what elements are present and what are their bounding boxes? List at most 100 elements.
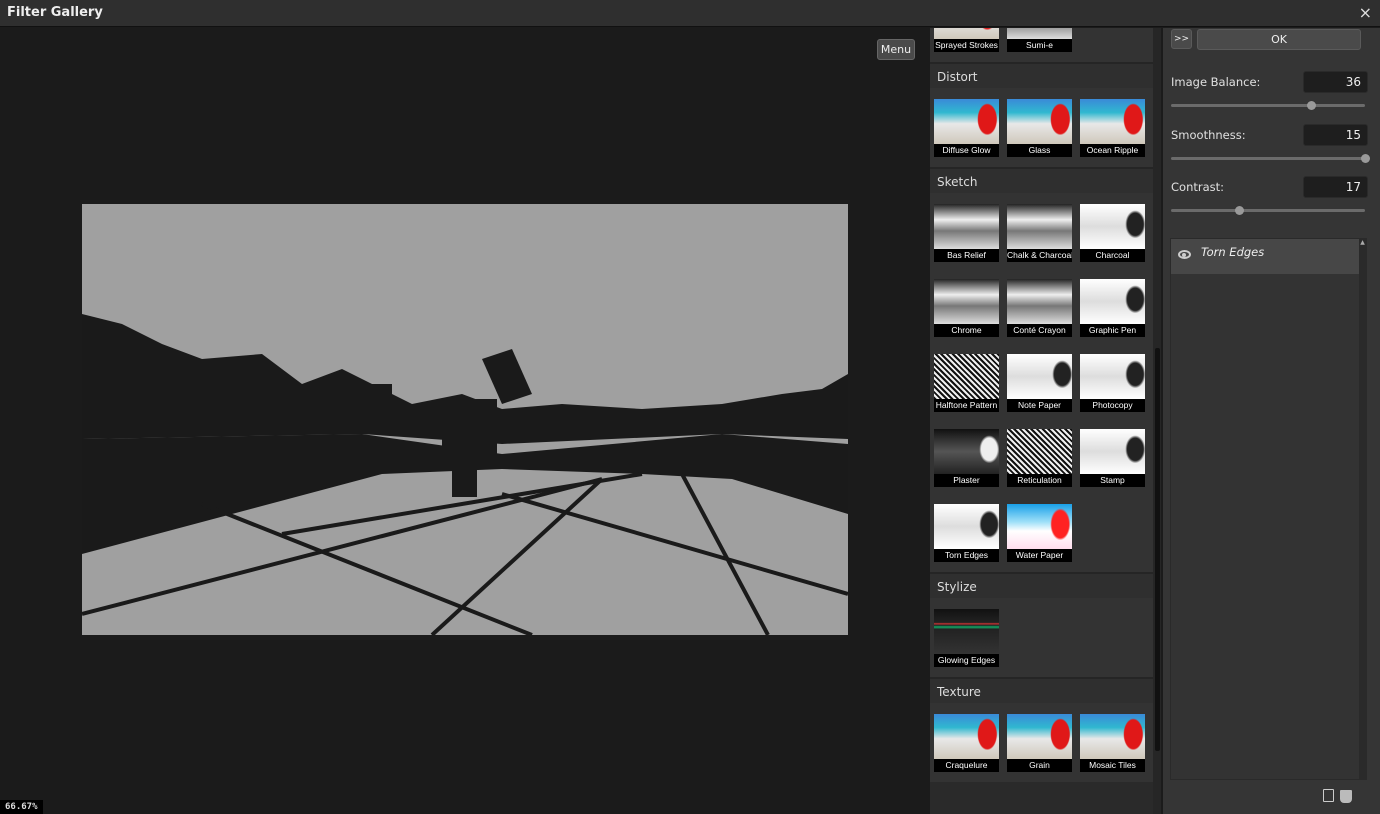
filter-preview-image <box>1080 204 1145 249</box>
filter-thumbnail[interactable]: Ocean Ripple <box>1080 99 1145 157</box>
filter-label: Photocopy <box>1080 399 1145 412</box>
menu-button[interactable]: Menu <box>877 39 915 60</box>
filter-thumbnail[interactable]: Plaster <box>934 429 999 487</box>
filter-section: Glowing Edges <box>930 598 1153 677</box>
filter-thumbnail[interactable]: Photocopy <box>1080 354 1145 412</box>
filter-preview-image <box>934 609 999 654</box>
filter-label: Bas Relief <box>934 249 999 262</box>
ok-button[interactable]: OK <box>1197 29 1361 50</box>
filter-label: Torn Edges <box>934 549 999 562</box>
effect-layer[interactable]: Torn Edges <box>1171 239 1360 274</box>
filter-thumbnail[interactable]: Reticulation <box>1007 429 1072 487</box>
filter-label: Glass <box>1007 144 1072 157</box>
filter-thumbnail[interactable]: Sumi-e <box>1007 28 1072 52</box>
filter-thumbnail[interactable]: Sprayed Strokes <box>934 28 999 52</box>
filter-label: Chalk & Charcoal <box>1007 249 1072 262</box>
effect-layer-name: Torn Edges <box>1201 245 1264 259</box>
filter-preview-image <box>934 354 999 399</box>
filter-preview-image <box>1007 279 1072 324</box>
filter-thumbnail[interactable]: Bas Relief <box>934 204 999 262</box>
filter-section: Bas Relief Chalk & Charcoal Charcoal Chrome… <box>930 193 1153 572</box>
slider-handle[interactable] <box>1235 206 1244 215</box>
filter-thumbnail[interactable]: Torn Edges <box>934 504 999 562</box>
filter-section: Diffuse Glow Glass Ocean Ripple <box>930 88 1153 167</box>
filter-thumbnail[interactable]: Diffuse Glow <box>934 99 999 157</box>
filter-preview-image <box>934 28 999 39</box>
param-slider[interactable] <box>1171 104 1365 107</box>
filter-label: Glowing Edges <box>934 654 999 667</box>
eye-icon[interactable] <box>1178 250 1191 259</box>
filter-preview-image <box>1007 504 1072 549</box>
filter-label: Diffuse Glow <box>934 144 999 157</box>
filter-preview-image <box>934 714 999 759</box>
filter-label: Water Paper <box>1007 549 1072 562</box>
filter-thumbnail[interactable]: Conté Crayon <box>1007 279 1072 337</box>
filter-label: Mosaic Tiles <box>1080 759 1145 772</box>
filter-thumbnail[interactable]: Graphic Pen <box>1080 279 1145 337</box>
layers-scrollbar[interactable]: ▲ <box>1359 239 1366 779</box>
preview-canvas[interactable]: Menu 66.67% <box>0 28 928 814</box>
zoom-level: 66.67% <box>0 800 43 814</box>
filter-label: Ocean Ripple <box>1080 144 1145 157</box>
filter-label: Graphic Pen <box>1080 324 1145 337</box>
filter-preview-image <box>934 99 999 144</box>
filter-preview-image <box>934 279 999 324</box>
slider-handle[interactable] <box>1307 101 1316 110</box>
param-value-input[interactable]: 17 <box>1303 176 1368 198</box>
filter-thumbnail[interactable]: Halftone Pattern <box>934 354 999 412</box>
filter-label: Charcoal <box>1080 249 1145 262</box>
filter-preview-image <box>1007 28 1072 39</box>
title-bar: Filter Gallery × <box>0 0 1380 27</box>
filter-label: Sprayed Strokes <box>934 39 999 52</box>
filter-preview-image <box>934 504 999 549</box>
trash-icon[interactable] <box>1340 790 1352 803</box>
filter-preview-image <box>1007 714 1072 759</box>
filter-thumbnail[interactable]: Mosaic Tiles <box>1080 714 1145 772</box>
filter-section-header[interactable]: Distort <box>930 62 1153 88</box>
filter-section: Craquelure Grain Mosaic Tiles <box>930 703 1153 782</box>
settings-panel: >> OK Image Balance: 36 Smoothness: 15 C… <box>1163 28 1380 814</box>
filter-scrollbar-thumb[interactable] <box>1155 348 1160 751</box>
filter-list[interactable]: Sprayed StrokesSumi-eDistortDiffuse Glow… <box>930 28 1153 814</box>
expand-button[interactable]: >> <box>1171 29 1192 49</box>
filter-preview-image <box>1007 354 1072 399</box>
filter-thumbnail[interactable]: Glowing Edges <box>934 609 999 667</box>
filter-thumbnail[interactable]: Grain <box>1007 714 1072 772</box>
preview-image <box>82 204 848 635</box>
filter-preview-image <box>934 429 999 474</box>
filter-label: Grain <box>1007 759 1072 772</box>
filter-section: Sprayed Strokes Sumi-e <box>930 28 1153 62</box>
new-layer-icon[interactable] <box>1323 789 1334 802</box>
filter-label: Halftone Pattern <box>934 399 999 412</box>
filter-preview-image <box>1080 279 1145 324</box>
filter-thumbnail[interactable]: Craquelure <box>934 714 999 772</box>
close-icon[interactable]: × <box>1359 3 1372 22</box>
filter-section-header[interactable]: Texture <box>930 677 1153 703</box>
filter-preview-image <box>1007 99 1072 144</box>
param-slider[interactable] <box>1171 209 1365 212</box>
filter-preview-image <box>934 204 999 249</box>
filter-thumbnail[interactable]: Charcoal <box>1080 204 1145 262</box>
filter-label: Reticulation <box>1007 474 1072 487</box>
filter-section-header[interactable]: Stylize <box>930 572 1153 598</box>
slider-handle[interactable] <box>1361 154 1370 163</box>
filter-thumbnail[interactable]: Glass <box>1007 99 1072 157</box>
filter-preview-image <box>1080 714 1145 759</box>
window-title: Filter Gallery <box>7 5 103 20</box>
filter-preview-image <box>1080 99 1145 144</box>
filter-label: Plaster <box>934 474 999 487</box>
param-label: Smoothness: <box>1171 128 1246 142</box>
param-slider[interactable] <box>1171 157 1365 160</box>
filter-thumbnail[interactable]: Note Paper <box>1007 354 1072 412</box>
param-value-input[interactable]: 15 <box>1303 124 1368 146</box>
filter-thumbnail[interactable]: Chalk & Charcoal <box>1007 204 1072 262</box>
filter-section-header[interactable]: Sketch <box>930 167 1153 193</box>
filter-thumbnail[interactable]: Chrome <box>934 279 999 337</box>
effect-layers-list: Torn Edges ▲ <box>1170 238 1367 780</box>
filter-thumbnail[interactable]: Water Paper <box>1007 504 1072 562</box>
param-label: Image Balance: <box>1171 75 1260 89</box>
filter-thumbnail[interactable]: Stamp <box>1080 429 1145 487</box>
filter-label: Craquelure <box>934 759 999 772</box>
param-value-input[interactable]: 36 <box>1303 71 1368 93</box>
filter-label: Note Paper <box>1007 399 1072 412</box>
